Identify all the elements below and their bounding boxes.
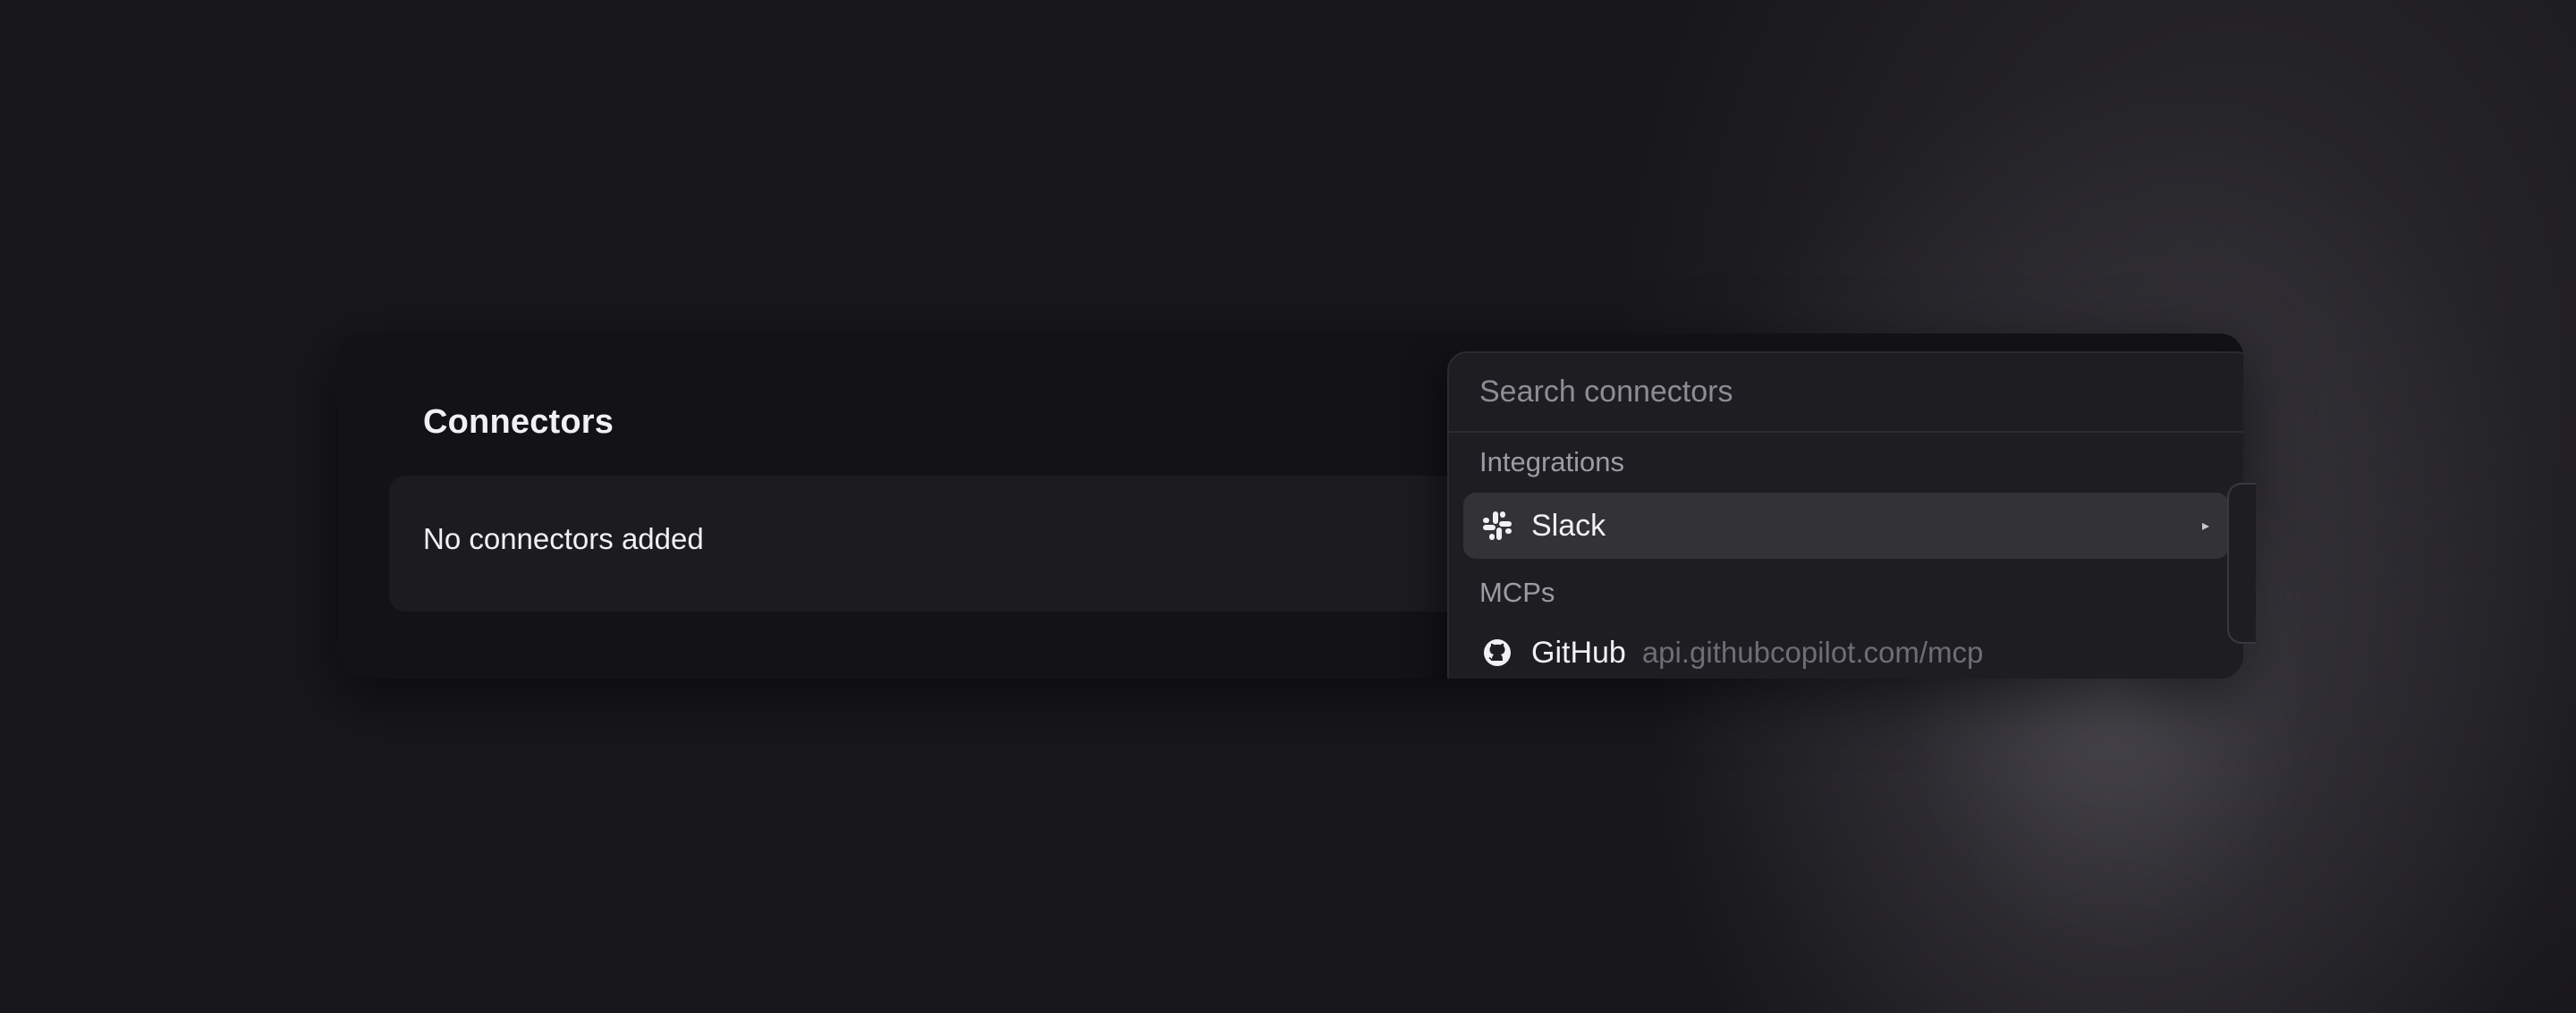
connector-dropdown: Integrations Slack ▸: [1447, 351, 2243, 679]
slack-icon: [1481, 510, 1513, 542]
github-icon: [1481, 637, 1513, 669]
menu-item-github[interactable]: GitHub api.githubcopilot.com/mcp: [1463, 620, 2229, 679]
menu-item-slack[interactable]: Slack ▸: [1463, 493, 2229, 559]
section-label-mcps: MCPs: [1479, 577, 1555, 608]
menu-item-label: GitHub: [1531, 635, 1626, 670]
empty-state-message: No connectors added: [423, 522, 704, 555]
search-divider: [1449, 431, 2243, 433]
chevron-right-icon: ▸: [2201, 519, 2209, 534]
menu-item-url: api.githubcopilot.com/mcp: [1641, 636, 1984, 669]
empty-state: No connectors added: [389, 476, 1588, 612]
section-label-integrations: Integrations: [1479, 446, 1624, 477]
menu-item-label: Slack: [1531, 508, 1606, 543]
connectors-card: Connectors No connectors added Integrati…: [338, 333, 2243, 679]
submenu-panel-edge: [2227, 483, 2256, 644]
search-connectors-input[interactable]: [1449, 353, 2243, 430]
connectors-title: Connectors: [423, 403, 614, 441]
